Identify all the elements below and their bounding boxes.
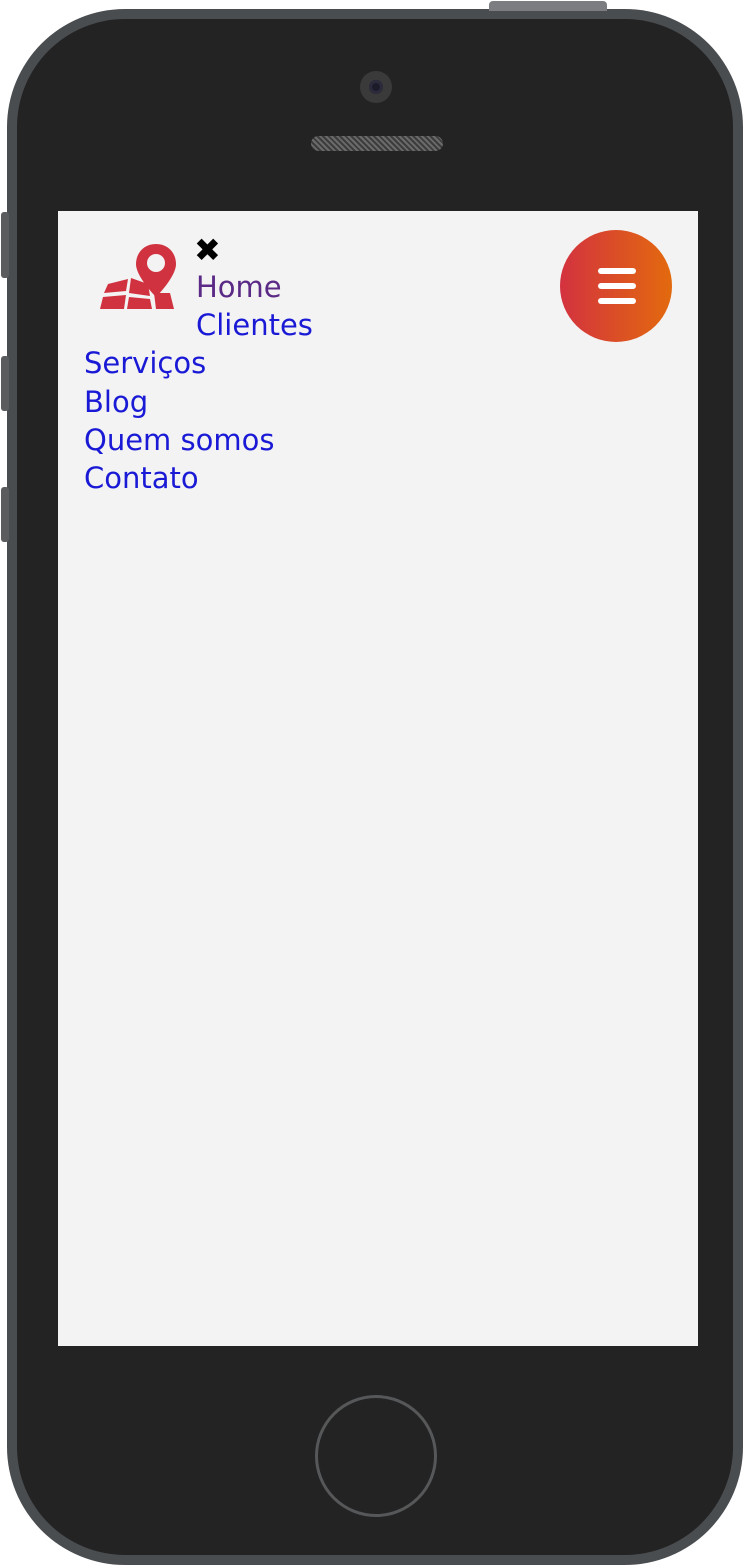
menu-bar-middle: [598, 283, 636, 289]
volume-down-button: [1, 487, 9, 542]
screen: ✖ Home Clientes Serviços Blog Quem somos…: [58, 211, 698, 1346]
mute-switch: [1, 212, 9, 278]
nav-link-home[interactable]: Home: [196, 268, 282, 306]
home-button[interactable]: [315, 1395, 437, 1517]
nav-link-contato[interactable]: Contato: [84, 459, 199, 497]
close-menu-icon[interactable]: ✖: [194, 234, 221, 266]
nav-link-quem-somos[interactable]: Quem somos: [84, 421, 274, 459]
menu-bar-bottom: [598, 298, 636, 304]
map-pin-icon[interactable]: [98, 241, 178, 316]
front-camera: [360, 71, 392, 103]
nav-link-blog[interactable]: Blog: [84, 383, 148, 421]
nav-link-servicos[interactable]: Serviços: [84, 344, 206, 382]
earpiece-speaker: [311, 136, 443, 151]
menu-bar-top: [598, 268, 636, 274]
hamburger-menu-button[interactable]: [560, 230, 672, 342]
nav-link-clientes[interactable]: Clientes: [196, 306, 313, 344]
power-button: [489, 1, 607, 11]
volume-up-button: [1, 356, 9, 411]
